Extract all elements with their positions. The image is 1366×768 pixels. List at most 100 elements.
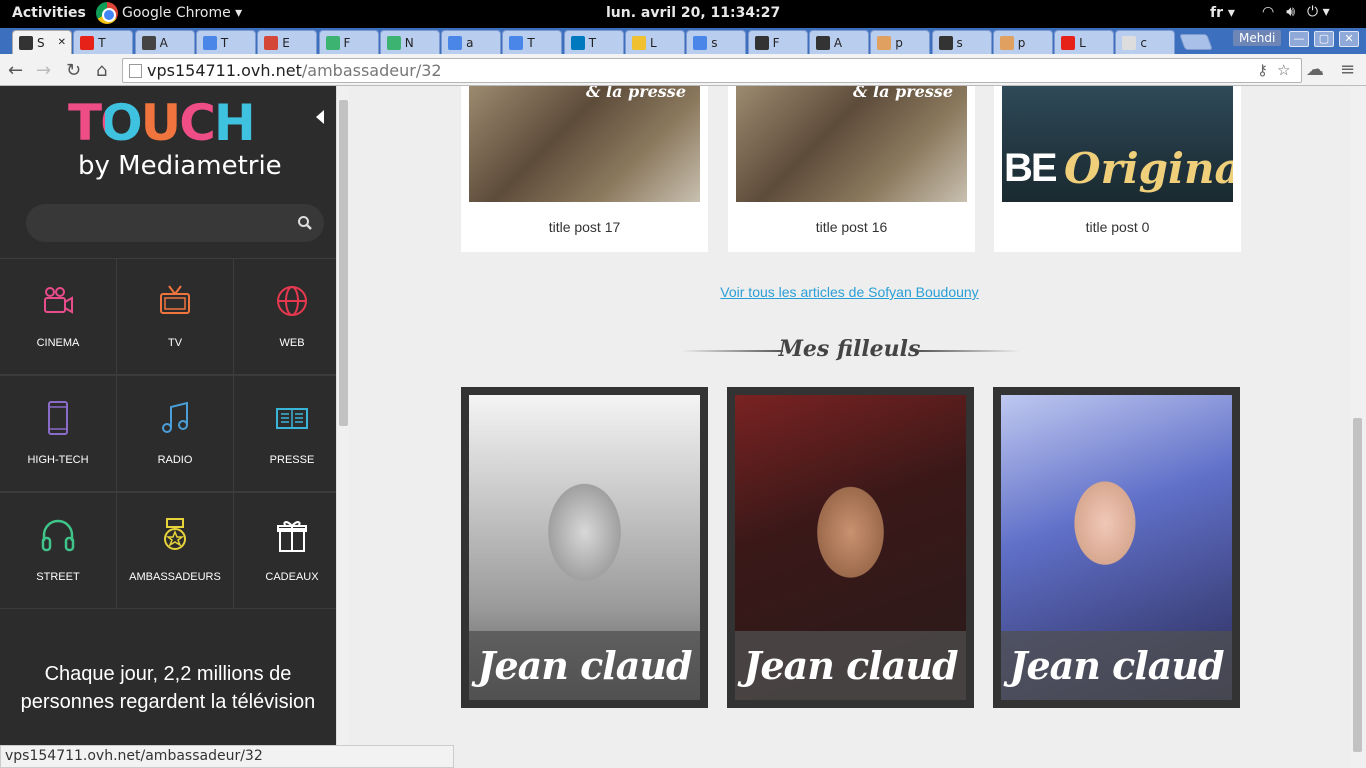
tab-title: c — [1140, 35, 1147, 50]
key-icon[interactable]: ⚷ — [1257, 61, 1268, 79]
sidebar-scroll-thumb[interactable] — [339, 100, 348, 426]
category-cadeaux[interactable]: CADEAUX — [234, 492, 336, 609]
volume-icon[interactable]: 🔊︎ — [1286, 4, 1295, 20]
activities-button[interactable]: Activities — [12, 5, 86, 21]
filleul-card[interactable]: Jean claud — [461, 387, 708, 708]
browser-tab[interactable]: L — [1054, 30, 1115, 54]
category-label: AMBASSADEURS — [129, 571, 221, 583]
view-all-articles-link[interactable]: Voir tous les articles de Sofyan Boudoun… — [349, 284, 1350, 300]
clock[interactable]: lun. avril 20, 11:34:27 — [606, 5, 780, 21]
forward-icon[interactable]: → — [36, 60, 51, 81]
post-title[interactable]: title post 17 — [461, 219, 708, 235]
browser-tab[interactable]: L — [625, 30, 685, 54]
filleuls-title: Mes filleuls — [778, 336, 921, 362]
browser-tab[interactable]: A — [134, 30, 195, 54]
reload-icon[interactable]: ↻ — [66, 60, 81, 81]
category-ambassadeurs[interactable]: AMBASSADEURS — [117, 492, 234, 609]
browser-tab[interactable]: T — [195, 30, 256, 54]
camera-icon — [44, 287, 73, 314]
filleuls-heading: Mes filleuls — [349, 336, 1350, 362]
browser-tab[interactable]: s — [686, 30, 747, 54]
category-label: CADEAUX — [265, 571, 319, 583]
touch-logo[interactable]: TOUCH by Mediametrie — [68, 98, 288, 184]
power-icon[interactable]: ⏻ ▾ — [1307, 4, 1330, 20]
filleul-name: Jean claud — [735, 631, 966, 700]
new-tab-button[interactable] — [1179, 34, 1213, 50]
browser-tab[interactable]: a — [441, 30, 502, 54]
page-scroll-thumb[interactable] — [1353, 418, 1362, 752]
post-title[interactable]: title post 16 — [728, 219, 975, 235]
browser-tab[interactable]: T — [563, 30, 624, 54]
category-tv[interactable]: TV — [117, 258, 234, 375]
tab-favicon-icon — [19, 35, 33, 50]
tab-favicon-icon — [938, 35, 953, 50]
language-menu[interactable]: fr ▾ — [1210, 5, 1235, 21]
maximize-button[interactable]: ▢ — [1314, 31, 1334, 47]
filleul-card[interactable]: Jean claud — [727, 387, 974, 708]
close-window-button[interactable]: ✕ — [1339, 31, 1359, 47]
tab-title: L — [650, 35, 657, 50]
address-bar[interactable]: vps154711.ovh.net/ambassadeur/32 ⚷ ☆ — [122, 58, 1302, 83]
browser-tab[interactable]: F — [318, 30, 379, 54]
logo-by-text: by Mediametrie — [78, 151, 282, 181]
post-title[interactable]: title post 0 — [994, 219, 1241, 235]
cloud-icon[interactable]: ☁ — [1306, 59, 1324, 80]
post-image-tag: & la presse — [585, 86, 686, 101]
post-image-tag: & la presse — [852, 86, 953, 101]
phone-icon — [48, 401, 68, 435]
category-label: TV — [167, 337, 183, 349]
category-street[interactable]: STREET — [0, 492, 117, 609]
collapse-sidebar-icon[interactable] — [316, 110, 324, 124]
browser-tab[interactable]: N — [379, 30, 440, 54]
browser-tab[interactable]: A — [808, 30, 869, 54]
tab-favicon-icon — [386, 35, 401, 50]
post-image: BEOriginal — [1002, 86, 1233, 202]
tab-favicon-icon — [325, 35, 340, 50]
category-cinema[interactable]: CINEMA — [0, 258, 117, 375]
post-card[interactable]: & la presse title post 16 — [728, 86, 975, 252]
minimize-button[interactable]: — — [1289, 31, 1309, 47]
category-label: STREET — [36, 571, 80, 583]
sidebar-scrollbar[interactable] — [336, 86, 349, 768]
tab-favicon-icon — [141, 35, 156, 50]
category-label: RADIO — [157, 454, 193, 466]
menu-icon[interactable]: ≡ — [1340, 59, 1355, 80]
headphones-icon — [41, 519, 75, 552]
browser-tab[interactable]: S ✕ — [12, 30, 72, 54]
wifi-icon[interactable]: ◠ — [1262, 4, 1274, 20]
home-icon[interactable]: ⌂ — [96, 60, 107, 81]
search-input[interactable] — [26, 204, 324, 242]
tab-favicon-icon — [448, 35, 463, 50]
browser-tab[interactable]: E — [257, 30, 318, 54]
post-card[interactable]: BEOriginal title post 0 — [994, 86, 1241, 252]
close-tab-icon[interactable]: ✕ — [58, 37, 66, 48]
category-radio[interactable]: RADIO — [117, 375, 234, 492]
filleul-name: Jean claud — [469, 631, 700, 700]
browser-tab[interactable]: T — [73, 30, 134, 54]
category-label: CINEMA — [36, 337, 80, 349]
tab-favicon-icon — [80, 35, 95, 50]
app-menu[interactable]: Google Chrome ▾ — [96, 2, 242, 24]
bookmark-star-icon[interactable]: ☆ — [1277, 61, 1290, 79]
category-web[interactable]: WEB — [234, 258, 336, 375]
category-label: PRESSE — [269, 454, 315, 466]
system-tray[interactable]: ◠ 🔊︎ ⏻ ▾ — [1262, 4, 1330, 20]
category-high-tech[interactable]: HIGH-TECH — [0, 375, 117, 492]
category-presse[interactable]: PRESSE — [234, 375, 336, 492]
browser-tab[interactable]: s — [931, 30, 992, 54]
profile-button[interactable]: Mehdi — [1233, 30, 1282, 46]
browser-tab[interactable]: c — [1115, 30, 1176, 54]
tab-title: S — [37, 35, 45, 50]
browser-tab[interactable]: T — [502, 30, 563, 54]
browser-tab[interactable]: F — [747, 30, 808, 54]
post-card[interactable]: & la presse title post 17 — [461, 86, 708, 252]
tab-title: a — [466, 35, 474, 50]
tagline: Chaque jour, 2,2 millions de personnes r… — [20, 663, 316, 713]
back-icon[interactable]: ← — [8, 60, 23, 81]
page-scrollbar[interactable] — [1350, 86, 1366, 768]
filleul-card[interactable]: Jean claud — [993, 387, 1240, 708]
tab-favicon-icon — [632, 35, 646, 50]
browser-tab[interactable]: p — [870, 30, 931, 54]
browser-tab[interactable]: p — [992, 30, 1053, 54]
search-icon[interactable] — [296, 214, 314, 232]
